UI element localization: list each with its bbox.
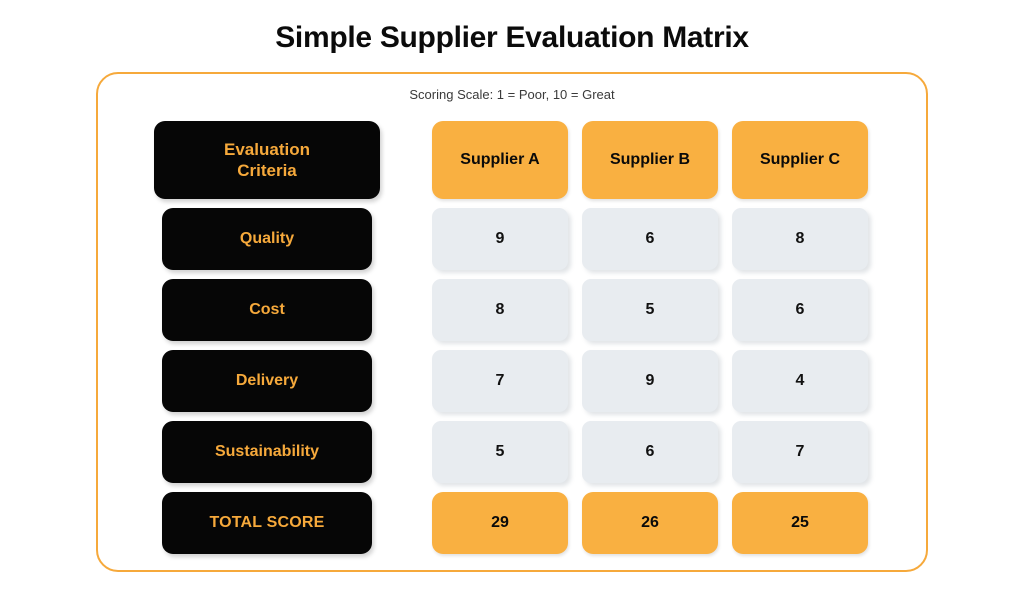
- row-spacer: [372, 208, 432, 270]
- column-gap: [718, 279, 732, 341]
- column-gap: [718, 492, 732, 554]
- criteria-label-cost: Cost: [162, 279, 372, 341]
- table-row: Sustainability 5 6 7: [154, 421, 878, 483]
- column-header-supplier-a: Supplier A: [432, 121, 568, 199]
- scoring-scale-subtitle: Scoring Scale: 1 = Poor, 10 = Great: [409, 87, 615, 102]
- total-score-supplier-c: 25: [732, 492, 868, 554]
- table-header-row: Evaluation Criteria Supplier A Supplier …: [154, 121, 878, 199]
- column-gap: [718, 208, 732, 270]
- score-quality-supplier-b: 6: [582, 208, 718, 270]
- table-row: Cost 8 5 6: [154, 279, 878, 341]
- score-delivery-supplier-b: 9: [582, 350, 718, 412]
- criteria-label-total-score: TOTAL SCORE: [162, 492, 372, 554]
- column-header-supplier-c: Supplier C: [732, 121, 868, 199]
- table-row: Quality 9 6 8: [154, 208, 878, 270]
- evaluation-matrix-table: Evaluation Criteria Supplier A Supplier …: [154, 121, 878, 554]
- score-quality-supplier-a: 9: [432, 208, 568, 270]
- score-quality-supplier-c: 8: [732, 208, 868, 270]
- column-gap: [718, 421, 732, 483]
- criteria-label-delivery: Delivery: [162, 350, 372, 412]
- total-score-supplier-a: 29: [432, 492, 568, 554]
- score-cost-supplier-b: 5: [582, 279, 718, 341]
- row-spacer: [372, 421, 432, 483]
- criteria-label-quality: Quality: [162, 208, 372, 270]
- column-gap: [568, 350, 582, 412]
- score-sustainability-supplier-b: 6: [582, 421, 718, 483]
- score-sustainability-supplier-a: 5: [432, 421, 568, 483]
- column-gap: [718, 121, 732, 199]
- column-header-supplier-b: Supplier B: [582, 121, 718, 199]
- table-row: Delivery 7 9 4: [154, 350, 878, 412]
- column-gap: [568, 421, 582, 483]
- page-title: Simple Supplier Evaluation Matrix: [275, 21, 749, 54]
- column-gap: [568, 492, 582, 554]
- score-delivery-supplier-a: 7: [432, 350, 568, 412]
- column-header-evaluation-criteria: Evaluation Criteria: [154, 121, 380, 199]
- criteria-label-sustainability: Sustainability: [162, 421, 372, 483]
- column-gap: [718, 350, 732, 412]
- column-gap: [568, 208, 582, 270]
- score-delivery-supplier-c: 4: [732, 350, 868, 412]
- score-sustainability-supplier-c: 7: [732, 421, 868, 483]
- score-cost-supplier-a: 8: [432, 279, 568, 341]
- row-spacer: [372, 492, 432, 554]
- column-gap: [568, 279, 582, 341]
- row-spacer: [372, 279, 432, 341]
- row-spacer: [372, 350, 432, 412]
- total-score-supplier-b: 26: [582, 492, 718, 554]
- column-gap: [568, 121, 582, 199]
- header-spacer: [380, 121, 432, 199]
- matrix-card: Scoring Scale: 1 = Poor, 10 = Great Eval…: [96, 72, 928, 572]
- score-cost-supplier-c: 6: [732, 279, 868, 341]
- table-row-total: TOTAL SCORE 29 26 25: [154, 492, 878, 554]
